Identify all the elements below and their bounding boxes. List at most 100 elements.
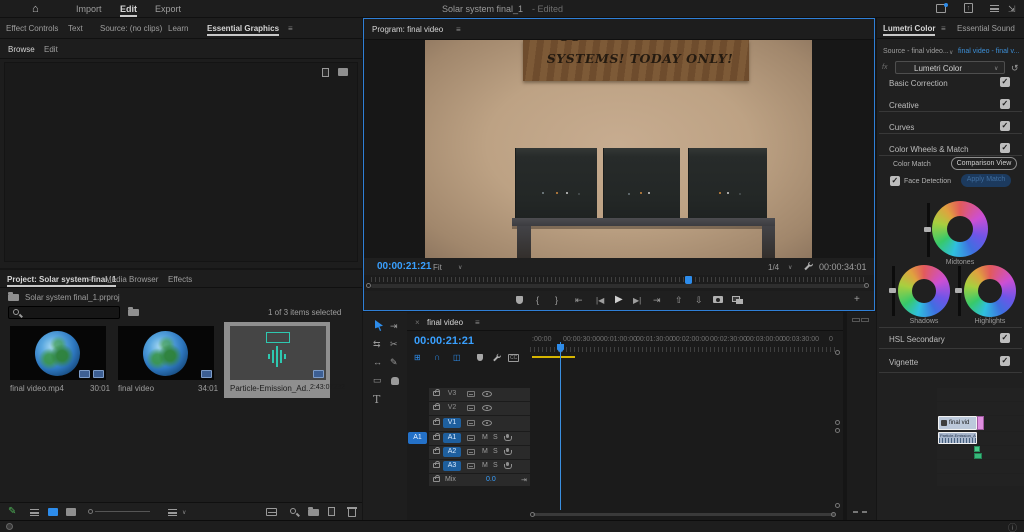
- tab-learn[interactable]: Learn: [168, 24, 188, 33]
- curves-checkbox[interactable]: [1000, 121, 1010, 131]
- play-button[interactable]: ▶: [615, 294, 623, 305]
- lock-icon[interactable]: [433, 389, 440, 396]
- clip-graphic-pink[interactable]: [977, 416, 984, 430]
- timeline-ruler[interactable]: :00:00 00:00:30:00 00:01:00:00 00:01:30:…: [530, 333, 835, 359]
- sync-lock-icon[interactable]: [467, 405, 475, 411]
- timeline-hscroll-handle-right[interactable]: [831, 512, 836, 517]
- program-menu-icon[interactable]: ≡: [456, 25, 461, 34]
- track-v2-content[interactable]: [937, 402, 1024, 415]
- voiceover-mic-icon[interactable]: [504, 448, 512, 455]
- item-name[interactable]: Particle-Emission_Ad..: [230, 384, 310, 393]
- tab-import[interactable]: Import: [76, 4, 102, 14]
- captions-icon[interactable]: CC: [508, 354, 520, 362]
- timeline-tab[interactable]: final video: [427, 318, 463, 327]
- tab-essential-sound[interactable]: Essential Sound: [957, 24, 1015, 33]
- snap-icon[interactable]: ∩: [434, 352, 441, 362]
- hsl-secondary-checkbox[interactable]: [1000, 333, 1010, 343]
- find-icon[interactable]: [290, 508, 296, 514]
- track-a1-content[interactable]: Particle-Emission_Ad: [937, 432, 1024, 445]
- project-item-thumbnail[interactable]: [10, 326, 106, 380]
- voiceover-mic-icon[interactable]: [504, 434, 512, 441]
- fullscreen-icon[interactable]: ⇲: [1008, 4, 1016, 15]
- go-to-out-icon[interactable]: ⇥: [653, 295, 661, 306]
- lift-icon[interactable]: ⇧: [675, 295, 683, 306]
- sync-lock-icon[interactable]: [467, 420, 475, 426]
- track-v3-content[interactable]: [937, 388, 1024, 401]
- apply-match-button[interactable]: Apply Match: [961, 174, 1011, 187]
- track-select-forward-tool[interactable]: ⇥: [390, 321, 398, 332]
- lock-icon[interactable]: [433, 418, 440, 425]
- tab-effects[interactable]: Effects: [168, 275, 192, 284]
- background-tasks-icon[interactable]: [6, 523, 13, 530]
- nest-toggle-icon[interactable]: ⊞: [414, 353, 421, 362]
- freeform-view-icon[interactable]: [66, 508, 76, 516]
- list-view-icon[interactable]: [30, 509, 39, 516]
- tab-lumetri-color[interactable]: Lumetri Color: [883, 24, 936, 36]
- timeline-settings-wrench-icon[interactable]: [492, 353, 501, 362]
- item-name[interactable]: final video: [118, 384, 154, 393]
- section-vignette[interactable]: Vignette: [889, 358, 918, 367]
- project-item-thumbnail[interactable]: [118, 326, 214, 380]
- library-icon[interactable]: [338, 68, 348, 76]
- automate-to-sequence-icon[interactable]: [266, 508, 277, 516]
- lock-icon[interactable]: [433, 461, 440, 468]
- program-scrubber[interactable]: [364, 275, 874, 291]
- solo-button[interactable]: S: [493, 448, 498, 455]
- timeline-vscroll-handle[interactable]: [835, 350, 840, 355]
- razor-tool[interactable]: ✂: [390, 339, 398, 350]
- mix-gain-value[interactable]: 0.0: [486, 476, 496, 483]
- color-wheels-checkbox[interactable]: [1000, 143, 1010, 153]
- project-root-folder-icon[interactable]: [8, 292, 19, 301]
- track-a3-content[interactable]: [937, 460, 1024, 473]
- track-v3-button[interactable]: V3: [443, 389, 461, 399]
- scrubber-track[interactable]: [371, 284, 867, 288]
- program-title[interactable]: Program: final video: [372, 25, 443, 34]
- timeline-hscroll-track[interactable]: [533, 513, 835, 516]
- add-marker-icon[interactable]: [516, 296, 523, 304]
- subtab-edit[interactable]: Edit: [44, 45, 58, 54]
- clear-icon[interactable]: [347, 507, 357, 517]
- track-output-eye-icon[interactable]: [482, 405, 492, 411]
- home-icon[interactable]: ⌂: [32, 3, 39, 15]
- tab-source[interactable]: Source: (no clips): [100, 24, 162, 33]
- slip-tool[interactable]: ↔: [373, 357, 382, 367]
- new-layout-icon[interactable]: [322, 68, 329, 77]
- track-output-eye-icon[interactable]: [482, 420, 492, 426]
- subtab-browse[interactable]: Browse: [8, 45, 35, 54]
- step-back-icon[interactable]: |◀: [596, 296, 604, 305]
- sync-lock-icon[interactable]: [467, 449, 475, 455]
- sequence-badge-icon[interactable]: [201, 370, 212, 378]
- playback-resolution-select[interactable]: 1/4: [768, 263, 779, 272]
- track-v2-button[interactable]: V2: [443, 403, 461, 413]
- lock-icon[interactable]: [433, 403, 440, 410]
- section-curves[interactable]: Curves: [889, 123, 914, 132]
- highlights-color-wheel[interactable]: [964, 265, 1016, 317]
- linked-selection-icon[interactable]: ◫: [453, 353, 461, 362]
- track-output-eye-icon[interactable]: [482, 391, 492, 397]
- project-file-name[interactable]: Solar system final_1.prproj: [25, 293, 120, 302]
- panel-menu-icon[interactable]: ≡: [288, 24, 293, 33]
- panel-menu-icon[interactable]: ≡: [941, 24, 946, 33]
- keyframe-nav-icon[interactable]: ⇥: [521, 476, 527, 484]
- midtones-color-wheel[interactable]: [932, 201, 988, 257]
- sync-lock-icon[interactable]: [467, 463, 475, 469]
- clip-audio-green-1[interactable]: [974, 446, 980, 452]
- program-current-timecode[interactable]: 00:00:21:21: [377, 261, 431, 272]
- rectangle-tool[interactable]: ▭: [373, 375, 382, 386]
- button-editor-icon[interactable]: +: [854, 294, 860, 305]
- panel-menu-icon[interactable]: ≡: [88, 275, 93, 284]
- share-icon[interactable]: ↑: [964, 3, 973, 13]
- track-a3-button[interactable]: A3: [443, 461, 461, 471]
- search-bin-icon[interactable]: [128, 307, 139, 316]
- project-writable-icon[interactable]: ✎: [8, 506, 16, 517]
- tab-essential-graphics[interactable]: Essential Graphics: [207, 24, 280, 36]
- shadows-slider-handle[interactable]: [889, 288, 896, 293]
- clip-final-video-v1[interactable]: final vid: [938, 416, 977, 430]
- extract-icon[interactable]: ⇩: [695, 295, 703, 306]
- tab-project[interactable]: Project: Solar system final_1: [7, 275, 117, 287]
- solo-button[interactable]: S: [493, 462, 498, 469]
- midtones-slider-handle[interactable]: [924, 227, 931, 232]
- selection-tool[interactable]: [375, 320, 383, 331]
- timeline-playhead-line[interactable]: [560, 342, 561, 510]
- info-icon[interactable]: ⓘ: [1008, 521, 1017, 532]
